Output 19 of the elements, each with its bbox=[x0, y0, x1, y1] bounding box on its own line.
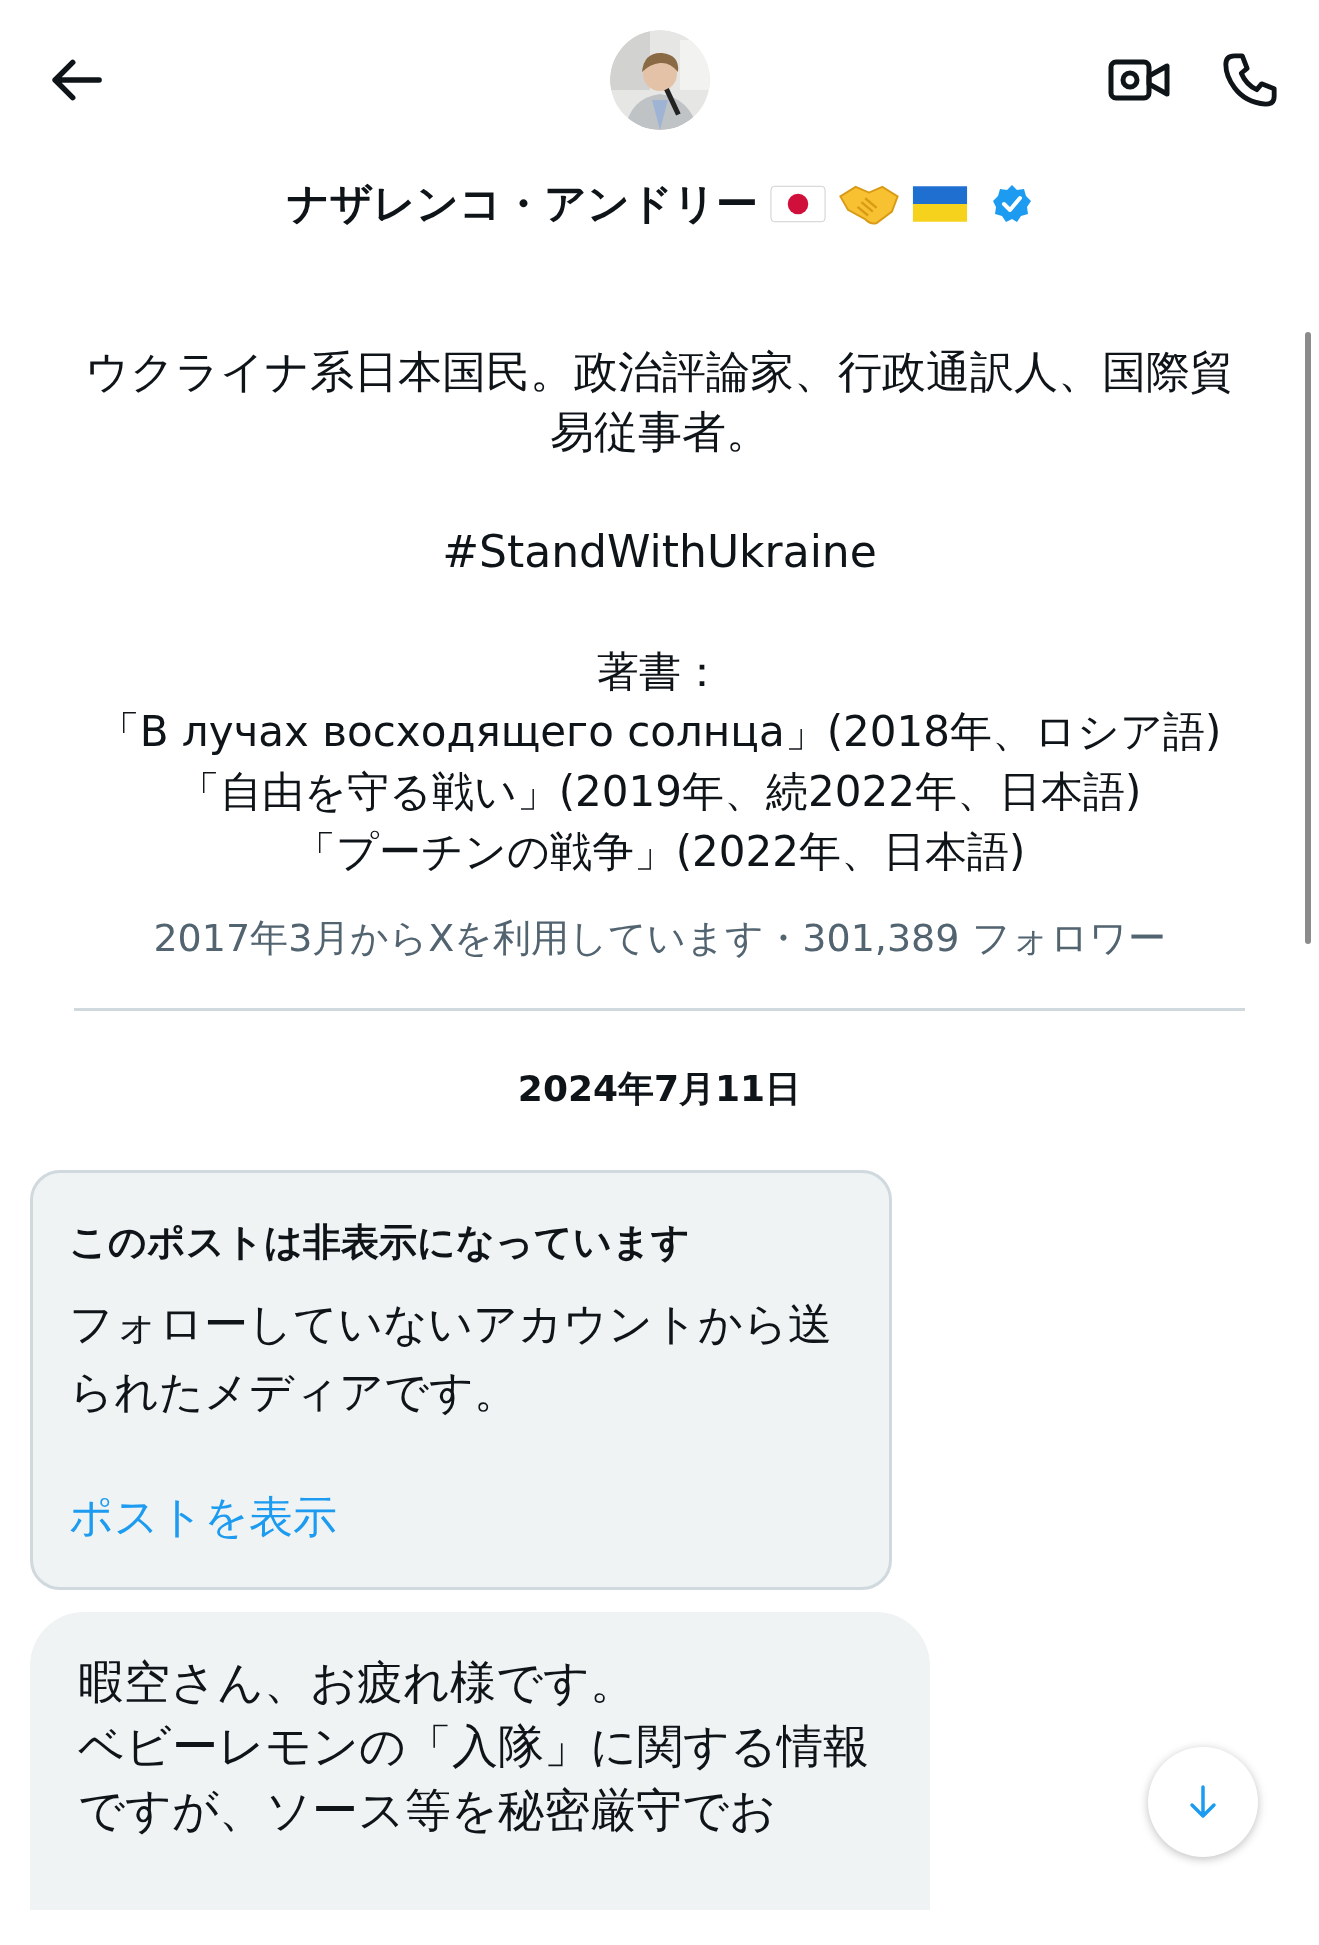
hidden-post-message: フォローしていないアカウントから送られたメディアです。 bbox=[69, 1297, 833, 1419]
handshake-icon bbox=[838, 183, 900, 225]
book-title: 「В лучах восходящего солнца」(2018年、ロシア語) bbox=[97, 706, 1222, 758]
message-text: 暇空さん、お疲れ様です。 bbox=[78, 1654, 637, 1711]
book-title: 「プーチンの戦争」(2022年、日本語) bbox=[293, 826, 1026, 878]
message-text: ベビーレモンの「入隊」に関する情報ですが、ソース等を秘密厳守でお bbox=[78, 1718, 870, 1839]
display-name: ナザレンコ・アンドリー bbox=[287, 178, 758, 230]
japan-flag-icon bbox=[770, 185, 826, 223]
phone-icon[interactable] bbox=[1221, 51, 1279, 109]
bio-text: ウクライナ系日本国民。政治評論家、行政通訳人、国際貿易従事者。 bbox=[84, 345, 1235, 459]
bio-text: #StandWithUkraine bbox=[442, 525, 877, 579]
ukraine-flag-icon bbox=[912, 185, 968, 223]
date-label: 2024年7月11日 bbox=[516, 1067, 803, 1111]
books-heading: 著書： bbox=[596, 646, 723, 698]
hidden-post-title: このポストは非表示になっています bbox=[69, 1219, 691, 1266]
account-info: 2017年3月からXを利用しています・301,389 フォロワー bbox=[153, 915, 1166, 962]
down-arrow-icon bbox=[1188, 1785, 1218, 1819]
book-title: 「自由を守る戦い」(2019年、続2022年、日本語) bbox=[177, 766, 1142, 818]
show-post-link[interactable]: ポストを表示 bbox=[69, 1488, 337, 1547]
